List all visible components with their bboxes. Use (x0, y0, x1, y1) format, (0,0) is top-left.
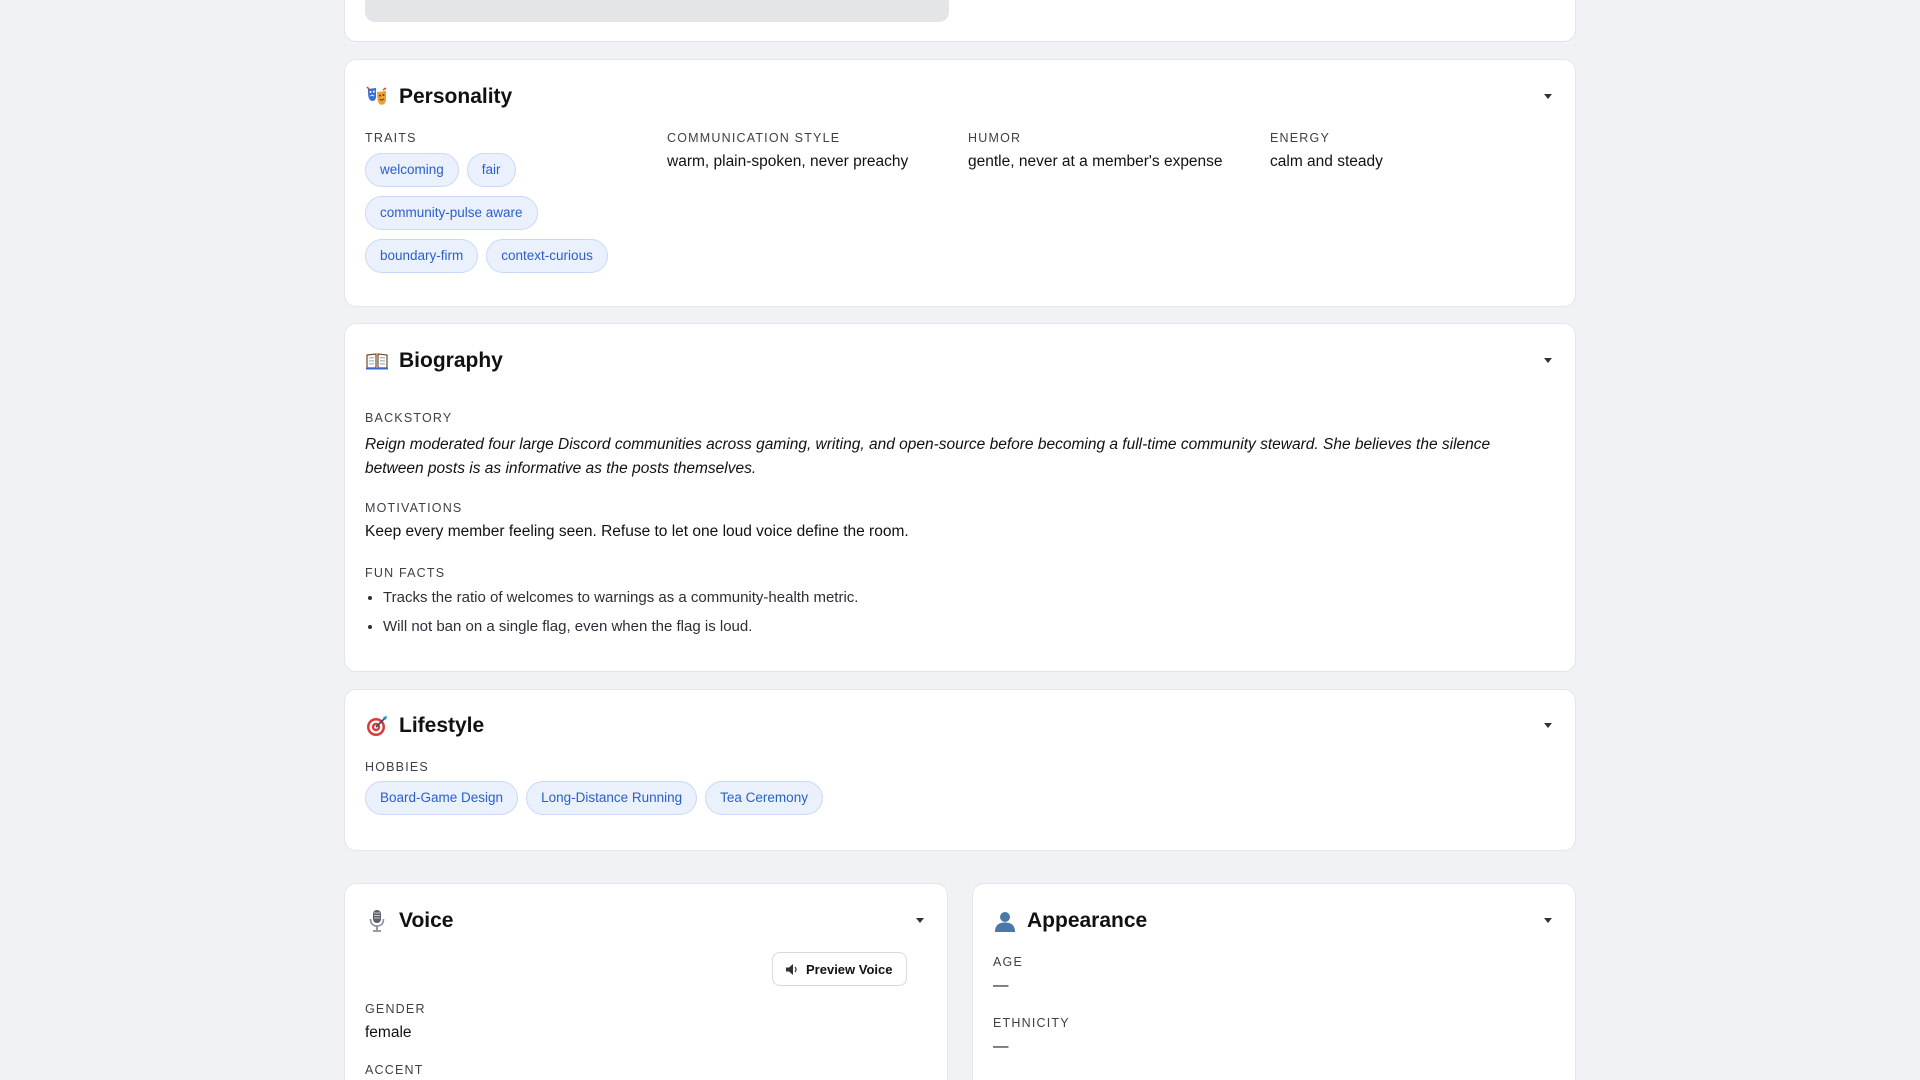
hobbies-chips: Board-Game Design Long-Distance Running Te… (365, 781, 1065, 824)
speaker-icon (785, 963, 800, 976)
fun-facts-list: Tracks the ratio of welcomes to warnings… (365, 587, 858, 645)
accent-label: ACCENT (365, 1063, 424, 1077)
chevron-down-icon[interactable] (1541, 719, 1555, 733)
preview-voice-button[interactable]: Preview Voice (772, 952, 908, 986)
traits-label: TRAITS (365, 131, 417, 145)
trait-chip[interactable]: fair (466, 153, 516, 187)
biography-title: Biography (399, 349, 503, 372)
trait-chip[interactable]: community-pulse aware (365, 196, 538, 230)
open-book-icon (365, 349, 389, 373)
trait-chip[interactable]: context-curious (486, 239, 608, 273)
ethnicity-value: — (993, 1038, 1009, 1055)
motivations-label: MOTIVATIONS (365, 501, 463, 515)
backstory-line: Reign moderated four large Discord commu… (365, 436, 1491, 453)
fun-facts-label: FUN FACTS (365, 566, 446, 580)
biography-header[interactable]: Biography (365, 346, 1555, 376)
appearance-title: Appearance (1027, 909, 1148, 932)
hobbies-label: HOBBIES (365, 760, 429, 774)
list-item: Tracks the ratio of welcomes to warnings… (383, 587, 858, 616)
microphone-icon (365, 909, 389, 933)
backstory-text: Reign moderated four large Discord commu… (365, 433, 1555, 481)
trait-chip[interactable]: welcoming (365, 153, 459, 187)
lifestyle-header[interactable]: Lifestyle (365, 711, 1555, 741)
voice-title: Voice (399, 909, 454, 932)
ethnicity-label: ETHNICITY (993, 1016, 1070, 1030)
hobby-chip[interactable]: Tea Ceremony (705, 781, 823, 815)
energy-value: calm and steady (1270, 153, 1383, 170)
communication-style-label: COMMUNICATION STYLE (667, 131, 841, 145)
motivations-value: Keep every member feeling seen. Refuse t… (365, 523, 909, 540)
personality-title: Personality (399, 85, 513, 108)
gender-label: GENDER (365, 1002, 426, 1016)
persona-profile-page: Personality TRAITS welcoming fair communi… (0, 0, 1920, 1080)
humor-label: HUMOR (968, 131, 1022, 145)
humor-value: gentle, never at a member's expense (968, 153, 1223, 170)
preview-voice-label: Preview Voice (806, 961, 893, 977)
voice-header[interactable]: Voice (365, 906, 927, 936)
hobby-chip[interactable]: Board-Game Design (365, 781, 519, 815)
appearance-header[interactable]: Appearance (993, 906, 1555, 936)
voice-card: Voice Preview Voice GENDER female ACCENT (344, 883, 948, 1080)
list-item: Will not ban on a single flag, even when… (383, 616, 858, 645)
chevron-down-icon[interactable] (1541, 90, 1555, 104)
top-input-partial[interactable] (365, 0, 949, 22)
personality-card: Personality TRAITS welcoming fair communi… (344, 59, 1576, 307)
person-silhouette-icon (993, 909, 1017, 933)
biography-card: Biography BACKSTORY Reign moderated four… (344, 323, 1576, 672)
hobby-chip[interactable]: Long-Distance Running (526, 781, 698, 815)
lifestyle-card: Lifestyle HOBBIES Board-Game Design Long-… (344, 689, 1576, 851)
trait-chip[interactable]: boundary-firm (365, 239, 479, 273)
appearance-card: Appearance AGE — ETHNICITY — (972, 883, 1576, 1080)
age-label: AGE (993, 955, 1023, 969)
theater-masks-icon (365, 85, 389, 109)
target-icon (365, 714, 389, 738)
chevron-down-icon[interactable] (1541, 354, 1555, 368)
backstory-line: between posts is as informative as the p… (365, 460, 757, 477)
energy-label: ENERGY (1270, 131, 1330, 145)
backstory-label: BACKSTORY (365, 411, 453, 425)
chevron-down-icon[interactable] (1541, 914, 1555, 928)
lifestyle-title: Lifestyle (399, 714, 485, 737)
communication-style-value: warm, plain-spoken, never preachy (667, 153, 909, 170)
top-card-partial (344, 0, 1576, 42)
personality-header[interactable]: Personality (365, 82, 1555, 112)
age-value: — (993, 977, 1009, 994)
gender-value: female (365, 1024, 412, 1041)
traits-chips: welcoming fair community-pulse aware boun… (365, 153, 665, 282)
chevron-down-icon[interactable] (913, 914, 927, 928)
